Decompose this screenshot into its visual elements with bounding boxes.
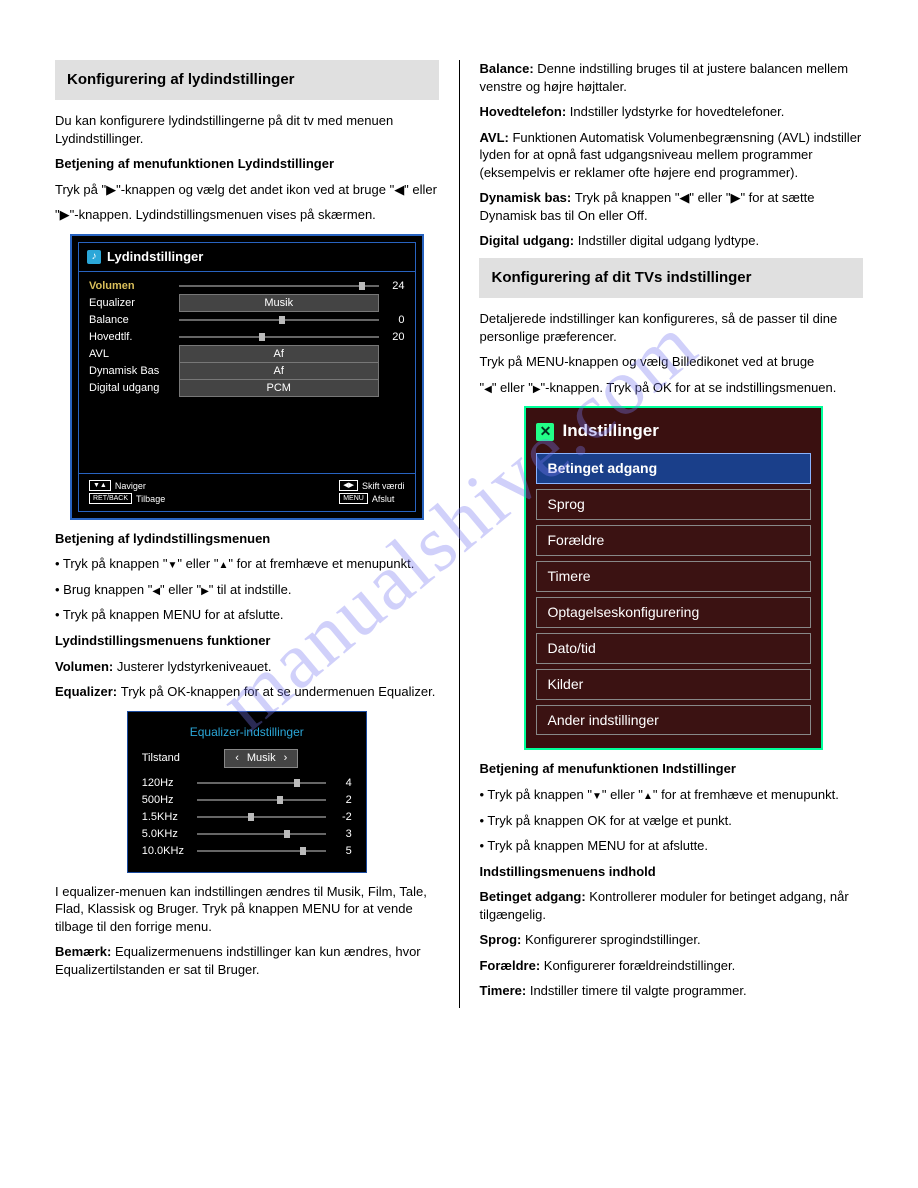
panel-header: ♪ Lydindstillinger <box>79 243 415 272</box>
row-headphone-val: 20 <box>379 330 405 345</box>
back-label: Tilbage <box>136 493 165 505</box>
settings-item-datetime[interactable]: Dato/tid <box>536 633 811 664</box>
row-balance-label: Balance <box>89 313 179 328</box>
right-ca: Betinget adgang: Kontrollerer moduler fo… <box>479 888 863 923</box>
menu-label: Afslut <box>372 493 395 505</box>
eq-band-120-label: 120Hz <box>142 776 197 791</box>
right-headphone: Hovedtelefon: Indstiller lydstyrke for h… <box>479 103 863 121</box>
eq-mode-val: Musik <box>247 751 276 766</box>
eq-band-1500-val: -2 <box>326 810 352 825</box>
row-eq-label: Equalizer <box>89 296 179 311</box>
panel-title: Lydindstillinger <box>107 248 203 266</box>
row-volume-slider[interactable] <box>179 285 379 287</box>
row-headphone-label: Hovedtlf. <box>89 330 179 345</box>
left-step1: Tryk på "▶"-knappen og vælg det andet ik… <box>55 181 439 199</box>
right-timers: Timere: Indstiller timere til valgte pro… <box>479 982 863 1000</box>
settings-header: ✕ Indstillinger <box>536 416 811 453</box>
equalizer-panel: Equalizer-indstillinger Tilstand ‹ Musik ›… <box>127 711 367 873</box>
left-items-title: Lydindstillingsmenuens funktioner <box>55 632 439 650</box>
settings-item-recording-config[interactable]: Optagelseskonfigurering <box>536 597 811 628</box>
right-ops1: • Tryk på knappen "▼" eller "▲" for at f… <box>479 786 863 804</box>
eq-band-500-val: 2 <box>326 793 352 808</box>
right-ops2: • Tryk på knappen OK for at vælge et pun… <box>479 812 863 830</box>
left-betjening-title: Betjening af menufunktionen Lydindstilli… <box>55 155 439 173</box>
settings-item-parental[interactable]: Forældre <box>536 525 811 556</box>
row-avl-label: AVL <box>89 347 179 362</box>
settings-item-timers[interactable]: Timere <box>536 561 811 592</box>
left-section-title: Konfigurering af lydindstillinger <box>55 60 439 100</box>
chevron-left-icon[interactable]: ‹ <box>235 751 239 766</box>
right-avl: AVL: Funktionen Automatisk Volumenbegræn… <box>479 129 863 182</box>
row-balance-val: 0 <box>379 313 405 328</box>
row-volume-val: 24 <box>379 279 405 294</box>
column-divider <box>459 60 460 1008</box>
right-balance: Balance: Denne indstilling bruges til at… <box>479 60 863 95</box>
left-below2: Bemærk: Equalizermenuens indstillinger k… <box>55 943 439 978</box>
left-ops1: • Tryk på knappen "▼" eller "▲" for at f… <box>55 555 439 573</box>
left-vol: Volumen: Justerer lydstyrkeniveauet. <box>55 658 439 676</box>
panel-body: Volumen 24 EqualizerMusik Balance 0 Hovedt… <box>79 272 415 473</box>
speaker-icon: ♪ <box>87 250 101 264</box>
row-digital-btn[interactable]: PCM <box>179 379 379 398</box>
eq-band-10000-label: 10.0KHz <box>142 844 197 859</box>
eq-band-10000-slider[interactable] <box>197 850 326 852</box>
right-column: Balance: Denne indstilling bruges til at… <box>464 60 878 1008</box>
right-digital: Digital udgang: Indstiller digital udgan… <box>479 232 863 250</box>
settings-item-sources[interactable]: Kilder <box>536 669 811 700</box>
menu-key-icon: MENU <box>339 493 368 504</box>
right-ops3: • Tryk på knappen MENU for at afslutte. <box>479 837 863 855</box>
right-parental: Forældre: Konfigurerer forældreindstilli… <box>479 957 863 975</box>
nav-key-icon: ▼▲ <box>89 480 111 491</box>
row-headphone-slider[interactable] <box>179 336 379 338</box>
nav-label: Naviger <box>115 480 146 492</box>
eq-band-1500-slider[interactable] <box>197 816 326 818</box>
eq-mode-select[interactable]: ‹ Musik › <box>224 749 298 768</box>
right-dynbas: Dynamisk bas: Tryk på knappen "◀" eller … <box>479 189 863 224</box>
settings-item-language[interactable]: Sprog <box>536 489 811 520</box>
settings-panel: ✕ Indstillinger Betinget adgang Sprog Fo… <box>524 406 823 750</box>
row-digital-label: Digital udgang <box>89 381 179 396</box>
retback-key-icon: RET/BACK <box>89 493 132 504</box>
row-eq-btn[interactable]: Musik <box>179 294 379 313</box>
settings-title: Indstillinger <box>562 420 658 443</box>
row-volume-label: Volumen <box>89 279 179 294</box>
eq-band-120-val: 4 <box>326 776 352 791</box>
eq-band-5000-label: 5.0KHz <box>142 827 197 842</box>
eq-band-5000-slider[interactable] <box>197 833 326 835</box>
left-ops2: • Brug knappen "◀" eller "▶" til at inds… <box>55 581 439 599</box>
right-items-title: Indstillingsmenuens indhold <box>479 863 863 881</box>
eq-band-10000-val: 5 <box>326 844 352 859</box>
chevron-right-icon[interactable]: › <box>284 751 288 766</box>
right-step2: "◀" eller "▶"-knappen. Tryk på OK for at… <box>479 379 863 397</box>
right-ops-title: Betjening af menufunktionen Indstillinge… <box>479 760 863 778</box>
right-step1: Tryk på MENU-knappen og vælg Billedikone… <box>479 353 863 371</box>
eq-band-500-slider[interactable] <box>197 799 326 801</box>
eq-mode-label: Tilstand <box>142 751 197 766</box>
right-intro: Detaljerede indstillinger kan konfigurer… <box>479 310 863 345</box>
shift-key-icon: ◀▶ <box>339 480 358 491</box>
eq-band-500-label: 500Hz <box>142 793 197 808</box>
eq-title: Equalizer-indstillinger <box>142 724 352 740</box>
left-column: Konfigurering af lydindstillinger Du kan… <box>40 60 454 1008</box>
tools-icon: ✕ <box>536 423 554 441</box>
left-intro: Du kan konfigurere lydindstillingerne på… <box>55 112 439 147</box>
left-below1: I equalizer-menuen kan indstillingen ænd… <box>55 883 439 936</box>
left-step2: "▶"-knappen. Lydindstillingsmenuen vises… <box>55 206 439 224</box>
right-lang: Sprog: Konfigurerer sprogindstillinger. <box>479 931 863 949</box>
shift-label: Skift værdi <box>362 480 405 492</box>
row-balance-slider[interactable] <box>179 319 379 321</box>
panel-footer: ▼▲Naviger RET/BACKTilbage ◀▶Skift værdi … <box>79 473 415 511</box>
eq-band-120-slider[interactable] <box>197 782 326 784</box>
row-dynbas-label: Dynamisk Bas <box>89 364 179 379</box>
left-eq: Equalizer: Tryk på OK-knappen for at se … <box>55 683 439 701</box>
left-ops3: • Tryk på knappen MENU for at afslutte. <box>55 606 439 624</box>
settings-item-conditional-access[interactable]: Betinget adgang <box>536 453 811 484</box>
eq-band-5000-val: 3 <box>326 827 352 842</box>
settings-item-other[interactable]: Ander indstillinger <box>536 705 811 736</box>
eq-band-1500-label: 1.5KHz <box>142 810 197 825</box>
left-ops-title: Betjening af lydindstillingsmenuen <box>55 530 439 548</box>
sound-settings-panel: ♪ Lydindstillinger Volumen 24 EqualizerMu… <box>70 234 424 520</box>
document-page: manualshive.com Konfigurering af lydinds… <box>0 0 918 1048</box>
right-section-title: Konfigurering af dit TVs indstillinger <box>479 258 863 298</box>
